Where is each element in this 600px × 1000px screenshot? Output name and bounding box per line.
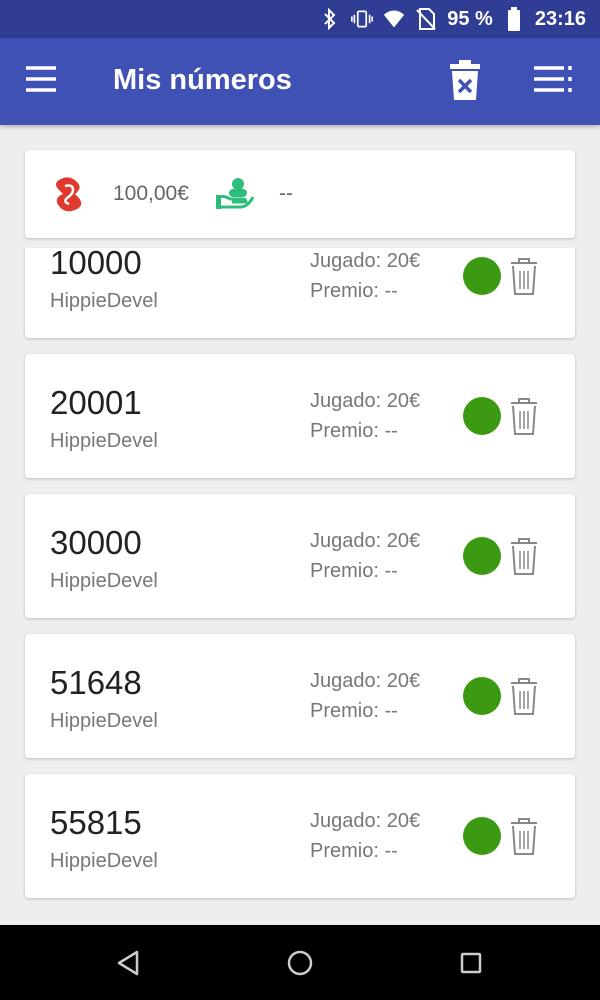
ticket-number: 20001 bbox=[50, 384, 142, 421]
bluetooth-icon bbox=[319, 8, 341, 30]
ticket-card[interactable]: 51648 HippieDevel Jugado: 20€ Premio: -- bbox=[25, 634, 575, 758]
trash-icon bbox=[511, 818, 537, 855]
ticket-number: 55815 bbox=[50, 804, 142, 841]
app-bar: Mis números bbox=[0, 38, 600, 125]
battery-percentage: 95 % bbox=[447, 7, 493, 30]
no-sim-icon bbox=[415, 8, 437, 30]
ticket-owner: HippieDevel bbox=[50, 430, 158, 452]
recents-icon bbox=[460, 952, 482, 974]
back-button[interactable] bbox=[110, 945, 146, 981]
ticket-prize: Premio: -- bbox=[310, 420, 398, 442]
status-dot bbox=[463, 677, 501, 715]
home-button[interactable] bbox=[282, 945, 318, 981]
delete-ticket-button[interactable] bbox=[509, 536, 541, 576]
ticket-played: Jugado: 20€ bbox=[310, 250, 421, 272]
ticket-number: 51648 bbox=[50, 664, 142, 701]
page-title: Mis números bbox=[113, 64, 292, 96]
trash-icon bbox=[511, 398, 537, 435]
menu-icon bbox=[26, 66, 56, 92]
ticket-list[interactable]: 10000 HippieDevel Jugado: 20€ Premio: --… bbox=[0, 248, 600, 925]
delete-ticket-button[interactable] bbox=[509, 256, 541, 296]
delete-ticket-button[interactable] bbox=[509, 396, 541, 436]
ticket-card[interactable]: 55815 HippieDevel Jugado: 20€ Premio: -- bbox=[25, 774, 575, 898]
ticket-card[interactable]: 10000 HippieDevel Jugado: 20€ Premio: -- bbox=[25, 248, 575, 338]
ticket-number: 10000 bbox=[50, 248, 142, 281]
ticket-played: Jugado: 20€ bbox=[310, 390, 421, 412]
vibrate-icon bbox=[351, 8, 374, 30]
ticket-played: Jugado: 20€ bbox=[310, 530, 421, 552]
ticket-card[interactable]: 20001 HippieDevel Jugado: 20€ Premio: -- bbox=[25, 354, 575, 478]
clock: 23:16 bbox=[534, 7, 586, 30]
lottery-logo-icon bbox=[51, 176, 85, 212]
ticket-played: Jugado: 20€ bbox=[310, 810, 421, 832]
status-dot bbox=[463, 397, 501, 435]
delete-all-button[interactable] bbox=[448, 60, 488, 104]
sort-button[interactable] bbox=[532, 64, 578, 98]
trash-icon bbox=[511, 678, 537, 715]
trash-icon bbox=[511, 538, 537, 575]
ticket-owner: HippieDevel bbox=[50, 710, 158, 732]
ticket-prize: Premio: -- bbox=[310, 700, 398, 722]
summary-card: 100,00€ -- bbox=[25, 150, 575, 238]
wifi-icon bbox=[383, 8, 405, 30]
ticket-prize: Premio: -- bbox=[310, 840, 398, 862]
status-dot bbox=[463, 537, 501, 575]
home-icon bbox=[287, 950, 313, 976]
delete-ticket-button[interactable] bbox=[509, 816, 541, 856]
status-dot bbox=[463, 257, 501, 295]
ticket-number: 30000 bbox=[50, 524, 142, 561]
status-bar: 95 % 23:16 bbox=[0, 0, 600, 38]
battery-icon bbox=[503, 7, 525, 31]
ticket-owner: HippieDevel bbox=[50, 570, 158, 592]
trash-icon bbox=[511, 258, 537, 295]
delete-ticket-button[interactable] bbox=[509, 676, 541, 716]
delete-all-icon bbox=[450, 60, 480, 100]
ticket-owner: HippieDevel bbox=[50, 850, 158, 872]
ticket-owner: HippieDevel bbox=[50, 290, 158, 312]
prize-hand-icon bbox=[216, 177, 255, 209]
navigation-bar bbox=[0, 925, 600, 1000]
ticket-card[interactable]: 30000 HippieDevel Jugado: 20€ Premio: -- bbox=[25, 494, 575, 618]
sort-icon bbox=[534, 66, 572, 92]
total-played: 100,00€ bbox=[113, 182, 189, 205]
ticket-prize: Premio: -- bbox=[310, 560, 398, 582]
ticket-prize: Premio: -- bbox=[310, 280, 398, 302]
total-prize: -- bbox=[279, 182, 293, 205]
back-icon bbox=[117, 950, 139, 976]
ticket-played: Jugado: 20€ bbox=[310, 670, 421, 692]
menu-button[interactable] bbox=[24, 64, 64, 98]
status-dot bbox=[463, 817, 501, 855]
recents-button[interactable] bbox=[453, 945, 489, 981]
